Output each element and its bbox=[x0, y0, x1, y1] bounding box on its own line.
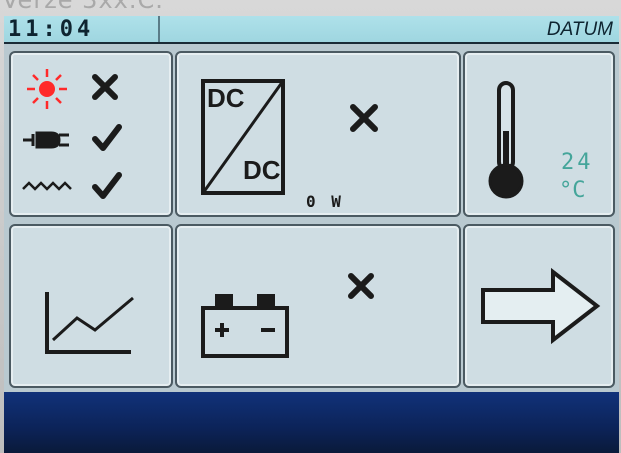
chart-tile[interactable] bbox=[9, 224, 173, 388]
sources-tile[interactable] bbox=[9, 51, 173, 217]
converter-power-value: 0 W bbox=[306, 192, 344, 211]
device-bottom-band bbox=[4, 392, 619, 453]
temperature-unit: °C bbox=[559, 178, 586, 203]
date-button[interactable]: DATUM bbox=[547, 19, 613, 41]
temperature-value: 24 bbox=[561, 150, 594, 175]
battery-status-cross-icon bbox=[348, 273, 374, 299]
converter-status-cross-icon bbox=[350, 104, 378, 132]
clock: 11:04 bbox=[8, 17, 95, 42]
grid-status-check-icon bbox=[92, 124, 122, 151]
converter-label-bottom: DC bbox=[243, 155, 281, 185]
converter-label-top: DC bbox=[207, 83, 245, 113]
next-tile[interactable] bbox=[463, 224, 615, 388]
wave-icon bbox=[22, 181, 72, 191]
wave-status-check-icon bbox=[92, 172, 122, 199]
sun-status-cross-icon bbox=[92, 74, 118, 100]
plug-icon bbox=[23, 131, 69, 149]
thermometer-icon bbox=[488, 81, 524, 199]
line-chart-icon bbox=[45, 292, 134, 354]
status-bar: 11:04 DATUM bbox=[4, 16, 619, 44]
temperature-tile[interactable] bbox=[463, 51, 615, 217]
arrow-right-icon bbox=[481, 267, 601, 345]
sun-icon bbox=[27, 69, 67, 109]
lcd-screen: 11:04 DATUM DC DC 0 W 24 °C bbox=[4, 16, 619, 453]
battery-tile[interactable] bbox=[175, 224, 461, 388]
firmware-caption: Verze 3xx.C. bbox=[2, 0, 164, 14]
battery-icon bbox=[201, 294, 289, 358]
tile-grid: DC DC 0 W 24 °C bbox=[4, 44, 619, 392]
status-separator bbox=[158, 16, 160, 42]
